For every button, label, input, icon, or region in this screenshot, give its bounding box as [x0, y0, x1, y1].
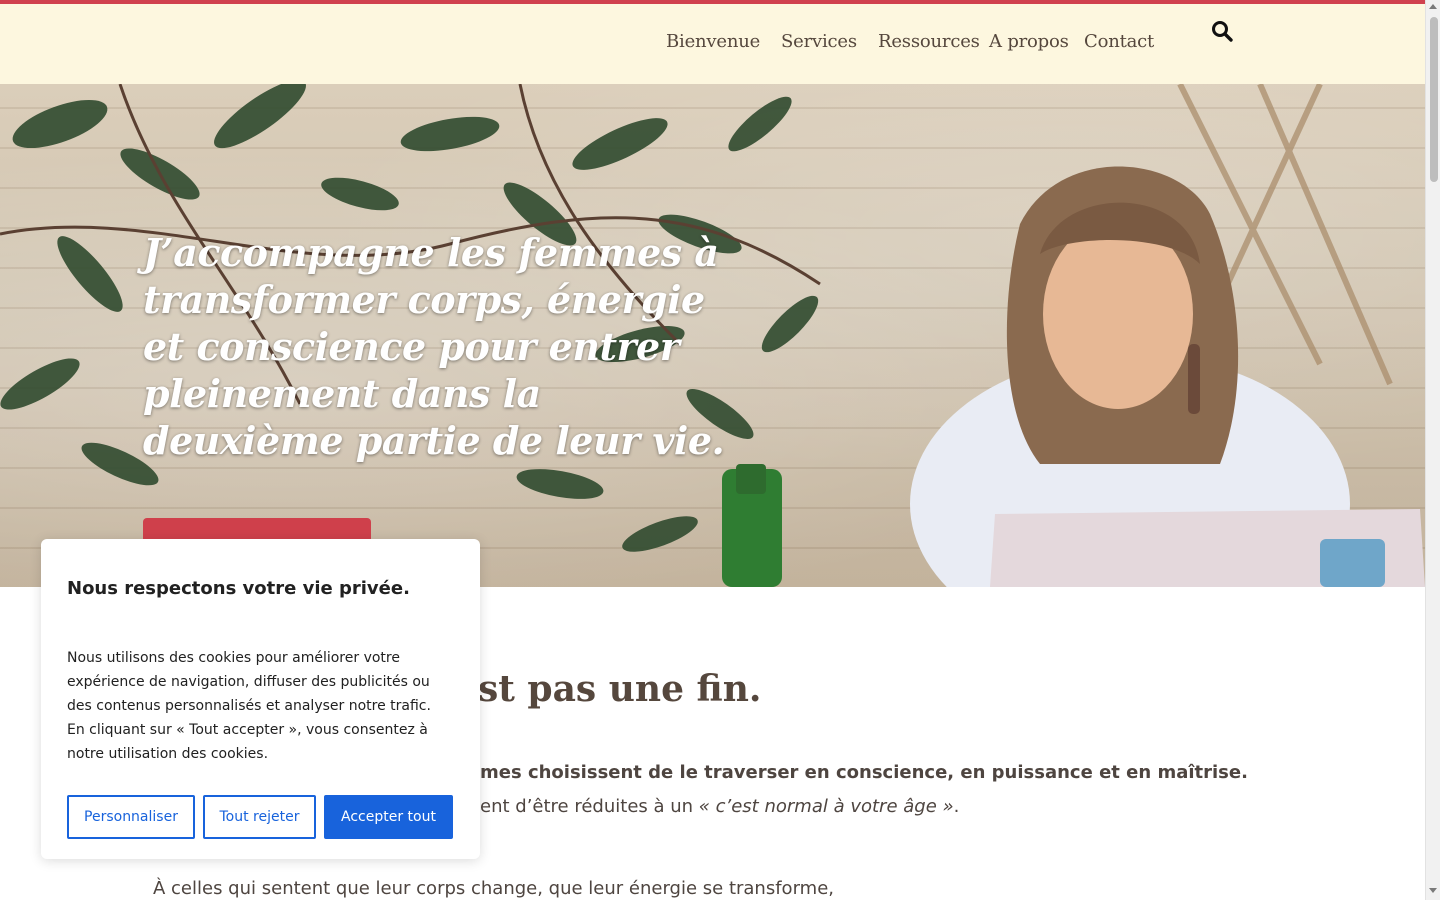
hero-title: J’accompagne les femmes à transformer co… [143, 230, 725, 463]
intro-paragraph-bold: mes choisissent de le traverser en consc… [480, 762, 1248, 783]
nav-item-a-propos[interactable]: A propos [989, 31, 1069, 52]
cookie-banner-title: Nous respectons votre vie privée. [67, 578, 410, 599]
intro-paragraph-end: . [953, 796, 960, 817]
page-scrollbar[interactable] [1425, 0, 1440, 900]
nav-item-contact[interactable]: Contact [1084, 31, 1154, 52]
scroll-up-arrow-icon[interactable] [1429, 4, 1437, 9]
cookie-consent-banner: Nous respectons votre vie privée. Nous u… [41, 539, 480, 859]
cookie-banner-text: Nous utilisons des cookies pour améliore… [67, 650, 431, 762]
intro-paragraph-text: ent d’être réduites à un [480, 796, 699, 817]
reject-all-cookies-button[interactable]: Tout rejeter [203, 795, 316, 839]
accept-all-cookies-button[interactable]: Accepter tout [324, 795, 453, 839]
nav-item-services[interactable]: Services [781, 31, 857, 52]
body-paragraph: À celles qui sentent que leur corps chan… [153, 878, 834, 899]
scrollbar-thumb[interactable] [1430, 17, 1438, 182]
section-heading: st pas une fin. [478, 668, 762, 710]
hero-section: J’accompagne les femmes à transformer co… [0, 84, 1425, 587]
intro-paragraph-line: ent d’être réduites à un « c’est normal … [480, 796, 959, 817]
nav-item-bienvenue[interactable]: Bienvenue [666, 31, 760, 52]
nav-item-ressources[interactable]: Ressources [878, 31, 980, 52]
scroll-down-arrow-icon[interactable] [1429, 888, 1437, 893]
customize-cookies-button[interactable]: Personnaliser [67, 795, 195, 839]
intro-paragraph-quote: « c’est normal à votre âge » [698, 796, 954, 817]
site-header: Bienvenue Services Ressources A propos C… [0, 4, 1425, 84]
search-icon[interactable] [1210, 19, 1234, 43]
